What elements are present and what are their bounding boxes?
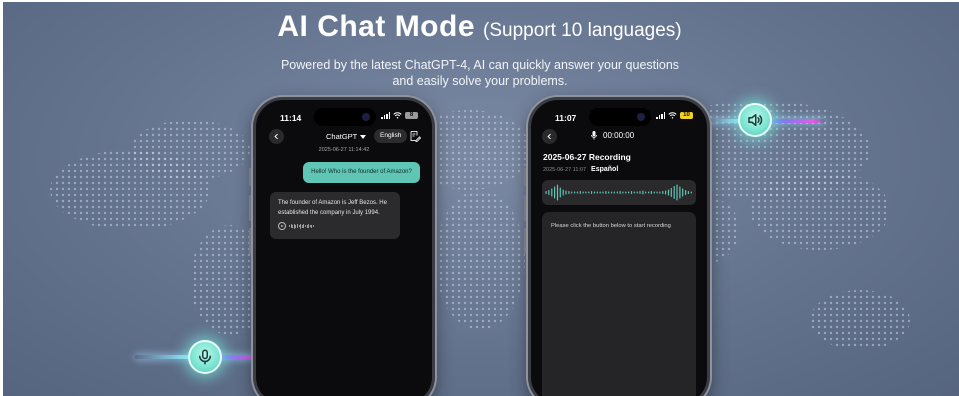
back-button[interactable] xyxy=(269,129,284,144)
back-button[interactable] xyxy=(542,129,557,144)
speaker-icon xyxy=(748,114,763,126)
chevron-left-icon xyxy=(274,133,278,140)
banner-title: AI Chat Mode (Support 10 languages) xyxy=(0,10,959,44)
status-time: 11:07 xyxy=(555,113,577,123)
recording-hint: Please click the button below to start r… xyxy=(551,223,671,229)
phone-side-button xyxy=(249,228,252,254)
dynamic-island xyxy=(314,108,376,126)
audio-wave-icon xyxy=(289,223,314,229)
status-time: 11:14 xyxy=(280,113,302,123)
recording-language[interactable]: Español xyxy=(591,166,618,173)
phone-side-button xyxy=(524,228,527,254)
banner-subtitle-line1: Powered by the latest ChatGPT-4, AI can … xyxy=(280,58,680,72)
ai-audio-player[interactable] xyxy=(278,222,392,230)
ai-message-bubble: The founder of Amazon is Jeff Bezos. He … xyxy=(270,192,400,239)
wifi-icon xyxy=(668,112,677,119)
play-icon[interactable] xyxy=(278,222,286,230)
recording-meta: 2025-06-27 11:07 Español xyxy=(543,166,618,173)
caret-down-icon xyxy=(360,134,367,139)
banner-subtitle: Powered by the latest ChatGPT-4, AI can … xyxy=(240,57,720,89)
status-icons: 10 xyxy=(656,112,693,119)
banner-title-suffix: (Support 10 languages) xyxy=(483,20,682,41)
camera-icon xyxy=(362,113,370,121)
chevron-left-icon xyxy=(547,133,551,140)
new-chat-icon[interactable] xyxy=(409,130,421,142)
battery-indicator: 8 xyxy=(405,112,418,119)
recording-timer: 00:00:00 xyxy=(591,131,634,140)
user-message-bubble: Hello! Who is the founder of Amazon? xyxy=(303,162,420,183)
microphone-icon xyxy=(591,131,597,140)
waveform-icon xyxy=(545,184,692,201)
chat-phone: 11:14 8 ChatGPT English 2025-06-27 11:14… xyxy=(253,97,435,396)
phone-side-button xyxy=(249,168,252,186)
phone-side-button xyxy=(249,195,252,221)
microphone-button[interactable] xyxy=(188,340,222,374)
timer-text: 00:00:00 xyxy=(603,131,635,140)
status-icons: 8 xyxy=(381,112,418,119)
model-selector-label: ChatGPT xyxy=(326,132,358,141)
chat-date: 2025-06-27 11:14:42 xyxy=(318,147,370,153)
transcript-panel: Please click the button below to start r… xyxy=(542,212,696,396)
model-selector[interactable]: ChatGPT xyxy=(326,132,367,141)
signal-icon xyxy=(656,112,665,119)
language-button[interactable]: English xyxy=(374,129,408,143)
speaker-button[interactable] xyxy=(738,103,772,137)
camera-icon xyxy=(637,113,645,121)
signal-icon xyxy=(381,112,390,119)
recording-meta-time: 2025-06-27 11:07 xyxy=(543,167,587,173)
waveform-panel xyxy=(542,180,696,205)
banner-title-main: AI Chat Mode xyxy=(277,10,476,43)
ai-message-text: The founder of Amazon is Jeff Bezos. He … xyxy=(278,200,387,216)
phone-side-button xyxy=(524,168,527,186)
phone-side-button xyxy=(524,195,527,221)
wifi-icon xyxy=(393,112,402,119)
battery-indicator: 10 xyxy=(680,112,693,119)
recording-title: 2025-06-27 Recording xyxy=(543,152,631,162)
microphone-icon xyxy=(199,349,211,365)
record-phone: 11:07 10 00:00:00 2025-06-27 Recording 2… xyxy=(528,97,710,396)
banner-subtitle-line2: and easily solve your problems. xyxy=(392,74,568,88)
dynamic-island xyxy=(589,108,651,126)
